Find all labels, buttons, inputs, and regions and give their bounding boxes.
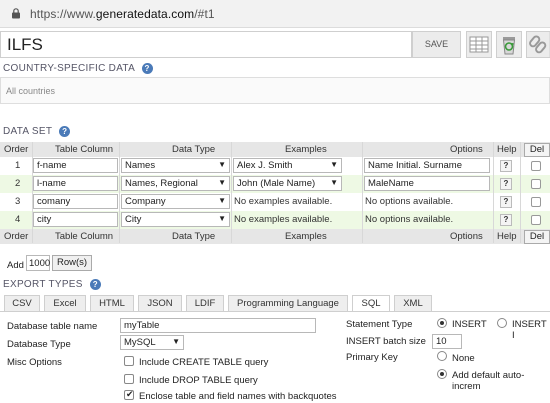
- table-name-input[interactable]: myTable: [120, 318, 316, 333]
- options-text: No options available.: [365, 214, 454, 225]
- options-input[interactable]: Name Initial. Surname: [364, 158, 490, 173]
- chain-link-icon[interactable]: [526, 31, 550, 58]
- tab-csv[interactable]: CSV: [4, 295, 40, 312]
- help-icon[interactable]: ?: [89, 279, 101, 290]
- options-input[interactable]: MaleName: [364, 176, 490, 191]
- statement-insert-label: INSERT: [452, 319, 487, 330]
- url-text[interactable]: https://www.generatedata.com/#t1: [30, 7, 215, 21]
- example-select[interactable]: John (Male Name) ▼: [233, 176, 342, 191]
- drop-table-label: Include DROP TABLE query: [139, 375, 258, 386]
- help-button[interactable]: ?: [500, 214, 512, 226]
- statement-insert-ignore-radio[interactable]: [497, 318, 507, 328]
- primary-key-none-radio[interactable]: [437, 351, 447, 361]
- tab-ldif[interactable]: LDIF: [186, 295, 224, 312]
- add-rows-label: Add: [7, 260, 24, 271]
- data-type-select[interactable]: Names ▼: [121, 158, 230, 173]
- batch-size-label: INSERT batch size: [346, 336, 426, 347]
- misc-options-label: Misc Options: [7, 357, 62, 368]
- table-row: 2 l-name Names, Regional ▼ John (Male Nam…: [0, 175, 550, 193]
- tab-excel[interactable]: Excel: [44, 295, 86, 312]
- column-name-input[interactable]: city: [33, 212, 118, 227]
- table-row: 4 city City ▼ No examples available. No o…: [0, 211, 550, 229]
- table-row: 3 comany Company ▼ No examples available.…: [0, 193, 550, 211]
- examples-text: No examples available.: [234, 196, 333, 207]
- database-type-label: Database Type: [7, 339, 71, 350]
- data-set-title-input[interactable]: ILFS: [0, 31, 412, 58]
- tab-html[interactable]: HTML: [90, 295, 134, 312]
- country-section-heading: COUNTRY-SPECIFIC DATA ?: [3, 63, 153, 74]
- data-set-section-heading: DATA SET ?: [3, 126, 71, 137]
- tab-json[interactable]: JSON: [138, 295, 182, 312]
- statement-insert-ignore-label: INSERT I: [512, 319, 547, 341]
- column-name-input[interactable]: l-name: [33, 176, 118, 191]
- dropdown-arrow-icon: ▼: [172, 337, 180, 346]
- tab-sql[interactable]: SQL: [352, 295, 390, 312]
- delete-rows-button[interactable]: Del: [524, 143, 550, 157]
- examples-text: No examples available.: [234, 214, 333, 225]
- options-text: No options available.: [365, 196, 454, 207]
- database-type-select[interactable]: MySQL ▼: [120, 335, 184, 350]
- statement-type-label: Statement Type: [346, 319, 413, 330]
- primary-key-label: Primary Key: [346, 352, 398, 363]
- data-type-select[interactable]: Company ▼: [121, 194, 230, 209]
- primary-key-auto-increment-radio[interactable]: [437, 369, 447, 379]
- tab-xml[interactable]: XML: [394, 295, 432, 312]
- create-table-label: Include CREATE TABLE query: [139, 357, 269, 368]
- dropdown-arrow-icon: ▼: [218, 160, 226, 169]
- dropdown-arrow-icon: ▼: [218, 178, 226, 187]
- help-button[interactable]: ?: [500, 160, 512, 172]
- dropdown-arrow-icon: ▼: [218, 214, 226, 223]
- dropdown-arrow-icon: ▼: [330, 160, 338, 169]
- dropdown-arrow-icon: ▼: [218, 196, 226, 205]
- drop-table-checkbox[interactable]: [124, 374, 134, 384]
- dropdown-arrow-icon: ▼: [330, 178, 338, 187]
- help-icon[interactable]: ?: [141, 63, 153, 74]
- export-section-heading: EXPORT TYPES ?: [3, 279, 101, 290]
- recycle-bin-icon[interactable]: [496, 31, 522, 58]
- primary-key-none-label: None: [452, 353, 475, 364]
- help-icon[interactable]: ?: [59, 126, 71, 137]
- create-table-checkbox[interactable]: [124, 356, 134, 366]
- table-row: 1 f-name Names ▼ Alex J. Smith ▼ Name Init…: [0, 157, 550, 175]
- primary-key-auto-increment-label: Add default auto-increm: [452, 370, 525, 392]
- delete-rows-button[interactable]: Del: [524, 230, 550, 244]
- delete-row-checkbox[interactable]: [531, 161, 541, 171]
- data-set-header-bottom: Order Table Column Data Type Examples Op…: [0, 229, 550, 244]
- column-name-input[interactable]: f-name: [33, 158, 118, 173]
- help-button[interactable]: ?: [500, 178, 512, 190]
- statement-insert-radio[interactable]: [437, 318, 447, 328]
- table-name-label: Database table name: [7, 321, 98, 332]
- delete-row-checkbox[interactable]: [531, 179, 541, 189]
- add-row-count-input[interactable]: 1000: [26, 255, 50, 271]
- data-type-select[interactable]: Names, Regional ▼: [121, 176, 230, 191]
- batch-size-input[interactable]: 10: [432, 334, 462, 349]
- add-rows-button[interactable]: Row(s): [52, 255, 92, 271]
- data-type-select[interactable]: City ▼: [121, 212, 230, 227]
- delete-row-checkbox[interactable]: [531, 197, 541, 207]
- backquotes-label: Enclose table and field names with backq…: [139, 391, 337, 402]
- delete-row-checkbox[interactable]: [531, 215, 541, 225]
- backquotes-checkbox[interactable]: [124, 389, 134, 400]
- country-selector[interactable]: All countries: [0, 77, 550, 104]
- help-button[interactable]: ?: [500, 196, 512, 208]
- example-select[interactable]: Alex J. Smith ▼: [233, 158, 342, 173]
- table-grid-icon[interactable]: [466, 31, 492, 58]
- column-name-input[interactable]: comany: [33, 194, 118, 209]
- tab-programming-language[interactable]: Programming Language: [228, 295, 348, 312]
- lock-icon: [12, 8, 20, 19]
- data-set-header-top: Order Table Column Data Type Examples Op…: [0, 142, 550, 157]
- save-button[interactable]: SAVE: [412, 31, 461, 58]
